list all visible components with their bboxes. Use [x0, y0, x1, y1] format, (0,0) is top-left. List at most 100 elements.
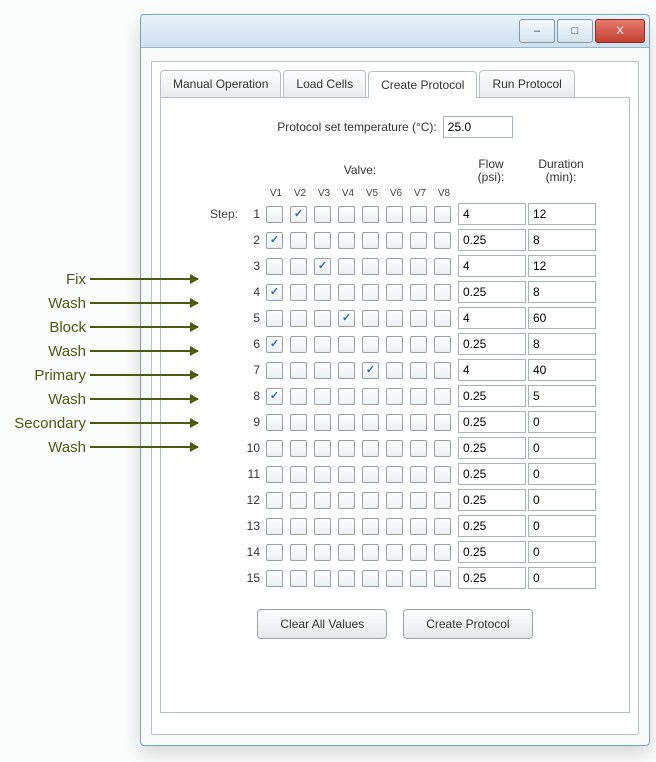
valve-checkbox-step12-v6[interactable]: [386, 492, 403, 509]
flow-input-step4[interactable]: [458, 281, 526, 303]
valve-checkbox-step5-v1[interactable]: [266, 310, 283, 327]
valve-checkbox-step11-v8[interactable]: [434, 466, 451, 483]
valve-checkbox-step3-v3[interactable]: [314, 258, 331, 275]
valve-checkbox-step2-v6[interactable]: [386, 232, 403, 249]
valve-checkbox-step13-v5[interactable]: [362, 518, 379, 535]
valve-checkbox-step9-v4[interactable]: [338, 414, 355, 431]
valve-checkbox-step14-v1[interactable]: [266, 544, 283, 561]
flow-input-step5[interactable]: [458, 307, 526, 329]
valve-checkbox-step12-v2[interactable]: [290, 492, 307, 509]
valve-checkbox-step6-v8[interactable]: [434, 336, 451, 353]
valve-checkbox-step13-v6[interactable]: [386, 518, 403, 535]
valve-checkbox-step14-v7[interactable]: [410, 544, 427, 561]
valve-checkbox-step4-v7[interactable]: [410, 284, 427, 301]
valve-checkbox-step9-v7[interactable]: [410, 414, 427, 431]
valve-checkbox-step6-v7[interactable]: [410, 336, 427, 353]
valve-checkbox-step6-v2[interactable]: [290, 336, 307, 353]
valve-checkbox-step14-v6[interactable]: [386, 544, 403, 561]
clear-all-values-button[interactable]: Clear All Values: [257, 609, 387, 639]
valve-checkbox-step1-v7[interactable]: [410, 206, 427, 223]
flow-input-step8[interactable]: [458, 385, 526, 407]
valve-checkbox-step9-v3[interactable]: [314, 414, 331, 431]
valve-checkbox-step1-v5[interactable]: [362, 206, 379, 223]
valve-checkbox-step3-v5[interactable]: [362, 258, 379, 275]
valve-checkbox-step1-v1[interactable]: [266, 206, 283, 223]
flow-input-step2[interactable]: [458, 229, 526, 251]
valve-checkbox-step9-v1[interactable]: [266, 414, 283, 431]
valve-checkbox-step10-v4[interactable]: [338, 440, 355, 457]
valve-checkbox-step4-v2[interactable]: [290, 284, 307, 301]
valve-checkbox-step2-v2[interactable]: [290, 232, 307, 249]
flow-input-step3[interactable]: [458, 255, 526, 277]
flow-input-step15[interactable]: [458, 567, 526, 589]
valve-checkbox-step5-v8[interactable]: [434, 310, 451, 327]
valve-checkbox-step6-v6[interactable]: [386, 336, 403, 353]
valve-checkbox-step11-v4[interactable]: [338, 466, 355, 483]
valve-checkbox-step7-v8[interactable]: [434, 362, 451, 379]
valve-checkbox-step6-v3[interactable]: [314, 336, 331, 353]
valve-checkbox-step12-v8[interactable]: [434, 492, 451, 509]
duration-input-step8[interactable]: [528, 385, 596, 407]
valve-checkbox-step6-v5[interactable]: [362, 336, 379, 353]
valve-checkbox-step10-v2[interactable]: [290, 440, 307, 457]
valve-checkbox-step8-v3[interactable]: [314, 388, 331, 405]
valve-checkbox-step11-v2[interactable]: [290, 466, 307, 483]
valve-checkbox-step2-v5[interactable]: [362, 232, 379, 249]
valve-checkbox-step9-v8[interactable]: [434, 414, 451, 431]
valve-checkbox-step2-v3[interactable]: [314, 232, 331, 249]
valve-checkbox-step13-v7[interactable]: [410, 518, 427, 535]
duration-input-step3[interactable]: [528, 255, 596, 277]
duration-input-step14[interactable]: [528, 541, 596, 563]
valve-checkbox-step14-v4[interactable]: [338, 544, 355, 561]
valve-checkbox-step7-v6[interactable]: [386, 362, 403, 379]
valve-checkbox-step11-v7[interactable]: [410, 466, 427, 483]
valve-checkbox-step12-v7[interactable]: [410, 492, 427, 509]
valve-checkbox-step4-v8[interactable]: [434, 284, 451, 301]
valve-checkbox-step15-v8[interactable]: [434, 570, 451, 587]
valve-checkbox-step7-v1[interactable]: [266, 362, 283, 379]
valve-checkbox-step5-v6[interactable]: [386, 310, 403, 327]
valve-checkbox-step8-v1[interactable]: [266, 388, 283, 405]
valve-checkbox-step12-v4[interactable]: [338, 492, 355, 509]
valve-checkbox-step8-v2[interactable]: [290, 388, 307, 405]
tab-load-cells[interactable]: Load Cells: [283, 70, 366, 97]
valve-checkbox-step13-v3[interactable]: [314, 518, 331, 535]
tab-run-protocol[interactable]: Run Protocol: [479, 70, 574, 97]
window-maximize-button[interactable]: □: [557, 19, 593, 43]
valve-checkbox-step13-v1[interactable]: [266, 518, 283, 535]
valve-checkbox-step10-v6[interactable]: [386, 440, 403, 457]
flow-input-step14[interactable]: [458, 541, 526, 563]
valve-checkbox-step13-v8[interactable]: [434, 518, 451, 535]
valve-checkbox-step10-v1[interactable]: [266, 440, 283, 457]
duration-input-step1[interactable]: [528, 203, 596, 225]
valve-checkbox-step2-v8[interactable]: [434, 232, 451, 249]
flow-input-step6[interactable]: [458, 333, 526, 355]
valve-checkbox-step13-v2[interactable]: [290, 518, 307, 535]
valve-checkbox-step14-v5[interactable]: [362, 544, 379, 561]
valve-checkbox-step15-v2[interactable]: [290, 570, 307, 587]
create-protocol-button[interactable]: Create Protocol: [403, 609, 532, 639]
valve-checkbox-step4-v3[interactable]: [314, 284, 331, 301]
duration-input-step12[interactable]: [528, 489, 596, 511]
valve-checkbox-step8-v6[interactable]: [386, 388, 403, 405]
valve-checkbox-step8-v7[interactable]: [410, 388, 427, 405]
valve-checkbox-step8-v5[interactable]: [362, 388, 379, 405]
flow-input-step1[interactable]: [458, 203, 526, 225]
duration-input-step15[interactable]: [528, 567, 596, 589]
valve-checkbox-step12-v5[interactable]: [362, 492, 379, 509]
valve-checkbox-step8-v4[interactable]: [338, 388, 355, 405]
valve-checkbox-step15-v5[interactable]: [362, 570, 379, 587]
valve-checkbox-step5-v5[interactable]: [362, 310, 379, 327]
valve-checkbox-step3-v2[interactable]: [290, 258, 307, 275]
valve-checkbox-step1-v3[interactable]: [314, 206, 331, 223]
valve-checkbox-step7-v7[interactable]: [410, 362, 427, 379]
flow-input-step10[interactable]: [458, 437, 526, 459]
duration-input-step9[interactable]: [528, 411, 596, 433]
duration-input-step2[interactable]: [528, 229, 596, 251]
temperature-input[interactable]: [443, 116, 513, 138]
valve-checkbox-step12-v1[interactable]: [266, 492, 283, 509]
window-minimize-button[interactable]: –: [519, 19, 555, 43]
valve-checkbox-step2-v1[interactable]: [266, 232, 283, 249]
valve-checkbox-step10-v5[interactable]: [362, 440, 379, 457]
valve-checkbox-step3-v4[interactable]: [338, 258, 355, 275]
